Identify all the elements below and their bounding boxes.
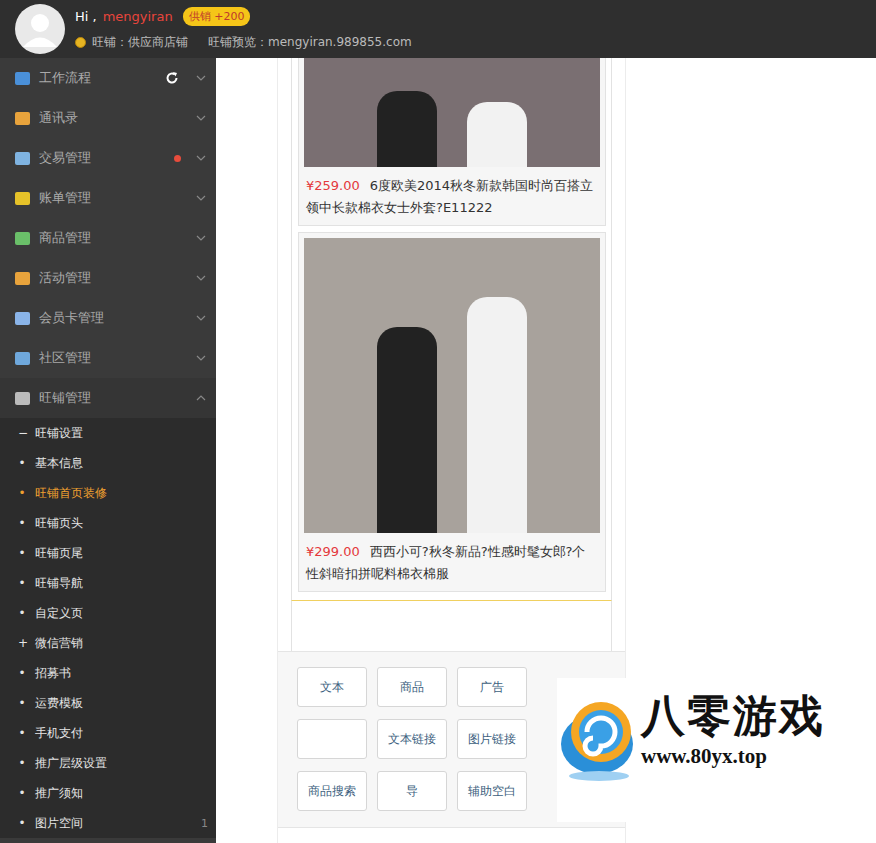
submenu-item[interactable]: •旺铺页尾 bbox=[0, 538, 216, 568]
menu-icon bbox=[15, 352, 30, 365]
menu-item[interactable]: 社区管理 bbox=[0, 338, 216, 378]
product-price: ¥259.00 bbox=[306, 178, 360, 193]
menu-icon bbox=[15, 392, 30, 405]
submenu-item[interactable]: •基本信息 bbox=[0, 448, 216, 478]
chevron-down-icon[interactable] bbox=[196, 275, 206, 281]
submenu-item[interactable]: •推广层级设置 bbox=[0, 748, 216, 778]
module-button[interactable]: 文本 bbox=[297, 667, 367, 707]
username[interactable]: mengyiran bbox=[103, 9, 173, 24]
watermark-title: 八零游戏 bbox=[641, 692, 825, 740]
menu-item[interactable]: 账单管理 bbox=[0, 178, 216, 218]
menu-item[interactable]: 通讯录 bbox=[0, 98, 216, 138]
chevron-down-icon[interactable] bbox=[196, 355, 206, 361]
submenu-item[interactable]: •推广须知 bbox=[0, 778, 216, 808]
module-button[interactable]: 商品 bbox=[377, 667, 447, 707]
product-photo bbox=[304, 58, 600, 167]
chevron-down-icon[interactable] bbox=[196, 75, 206, 81]
preview-screen: ¥259.006度欧美2014秋冬新款韩国时尚百搭立领中长款棉衣女士外套?E11… bbox=[291, 58, 612, 601]
chevron-up-icon[interactable] bbox=[196, 395, 206, 401]
submenu-item[interactable]: •招募书 bbox=[0, 658, 216, 688]
submenu-item[interactable]: −旺铺设置 bbox=[0, 418, 216, 448]
chevron-down-icon[interactable] bbox=[196, 155, 206, 161]
swirl-logo-icon bbox=[557, 692, 639, 784]
submenu: −旺铺设置•基本信息•旺铺首页装修•旺铺页头•旺铺页尾•旺铺导航•自定义页+微信… bbox=[0, 418, 216, 838]
submenu-item[interactable]: •运费模板 bbox=[0, 688, 216, 718]
module-button[interactable]: 文本链接 bbox=[377, 719, 447, 759]
coin-icon bbox=[75, 37, 86, 48]
menu-item[interactable]: 会员卡管理 bbox=[0, 298, 216, 338]
menu-icon bbox=[15, 152, 30, 165]
submenu-item[interactable]: •旺铺首页装修 bbox=[0, 478, 216, 508]
product-card[interactable]: ¥259.006度欧美2014秋冬新款韩国时尚百搭立领中长款棉衣女士外套?E11… bbox=[298, 58, 606, 226]
menu-icon bbox=[15, 72, 30, 85]
submenu-item[interactable]: +微信营销 bbox=[0, 628, 216, 658]
submenu-item[interactable]: •自定义页 bbox=[0, 598, 216, 628]
item-count: 1 bbox=[201, 817, 208, 830]
menu-icon bbox=[15, 112, 30, 125]
module-button[interactable]: 图片链接 bbox=[457, 719, 527, 759]
shop-preview[interactable]: 旺铺预览：mengyiran.989855.com bbox=[208, 34, 412, 51]
submenu-item[interactable]: •图片空间1 bbox=[0, 808, 216, 838]
menu-icon bbox=[15, 312, 30, 325]
menu-icon bbox=[15, 232, 30, 245]
chevron-down-icon[interactable] bbox=[196, 315, 206, 321]
alert-dot bbox=[174, 155, 181, 162]
chevron-down-icon[interactable] bbox=[196, 235, 206, 241]
sidebar: 工作流程通讯录交易管理账单管理商品管理活动管理会员卡管理社区管理旺铺管理−旺铺设… bbox=[0, 58, 216, 843]
chevron-down-icon[interactable] bbox=[196, 195, 206, 201]
submenu-item[interactable]: •手机支付 bbox=[0, 718, 216, 748]
greeting: Hi , bbox=[75, 9, 97, 24]
menu-item[interactable]: 活动管理 bbox=[0, 258, 216, 298]
menu-item[interactable]: 旺铺管理 bbox=[0, 378, 216, 418]
submenu-item[interactable]: •旺铺导航 bbox=[0, 568, 216, 598]
blank-area bbox=[291, 601, 612, 651]
module-button[interactable] bbox=[297, 719, 367, 759]
menu-item[interactable]: 商品管理 bbox=[0, 218, 216, 258]
module-button[interactable]: 辅助空白 bbox=[457, 771, 527, 811]
chevron-down-icon[interactable] bbox=[196, 115, 206, 121]
watermark-url: www.80yx.top bbox=[641, 744, 825, 769]
app: Hi , mengyiran 供销 +200 旺铺：供应商店铺 旺铺预览：mengyir… bbox=[0, 0, 876, 843]
user-info: Hi , mengyiran 供销 +200 旺铺：供应商店铺 旺铺预览：mengyir… bbox=[75, 7, 412, 51]
module-button[interactable]: 商品搜索 bbox=[297, 771, 367, 811]
menu-icon bbox=[15, 192, 30, 205]
watermark: 八零游戏 www.80yx.top bbox=[557, 678, 862, 822]
product-photo bbox=[304, 238, 600, 533]
menu-item[interactable]: 交易管理 bbox=[0, 138, 216, 178]
product-price: ¥299.00 bbox=[306, 544, 360, 559]
refresh-icon[interactable] bbox=[165, 71, 179, 85]
top-bar: Hi , mengyiran 供销 +200 旺铺：供应商店铺 旺铺预览：mengyir… bbox=[0, 0, 876, 58]
submenu-item[interactable]: •旺铺页头 bbox=[0, 508, 216, 538]
product-card[interactable]: ¥299.00西西小可?秋冬新品?性感时髦女郎?个性斜暗扣拼呢料棉衣棉服 bbox=[298, 232, 606, 592]
shop-name: 旺铺：供应商店铺 bbox=[92, 34, 188, 51]
module-button[interactable]: 广告 bbox=[457, 667, 527, 707]
menu-icon bbox=[15, 272, 30, 285]
supply-badge: 供销 +200 bbox=[183, 7, 251, 26]
menu-item[interactable]: 工作流程 bbox=[0, 58, 216, 98]
avatar-icon[interactable] bbox=[15, 4, 65, 54]
module-button[interactable]: 导 bbox=[377, 771, 447, 811]
